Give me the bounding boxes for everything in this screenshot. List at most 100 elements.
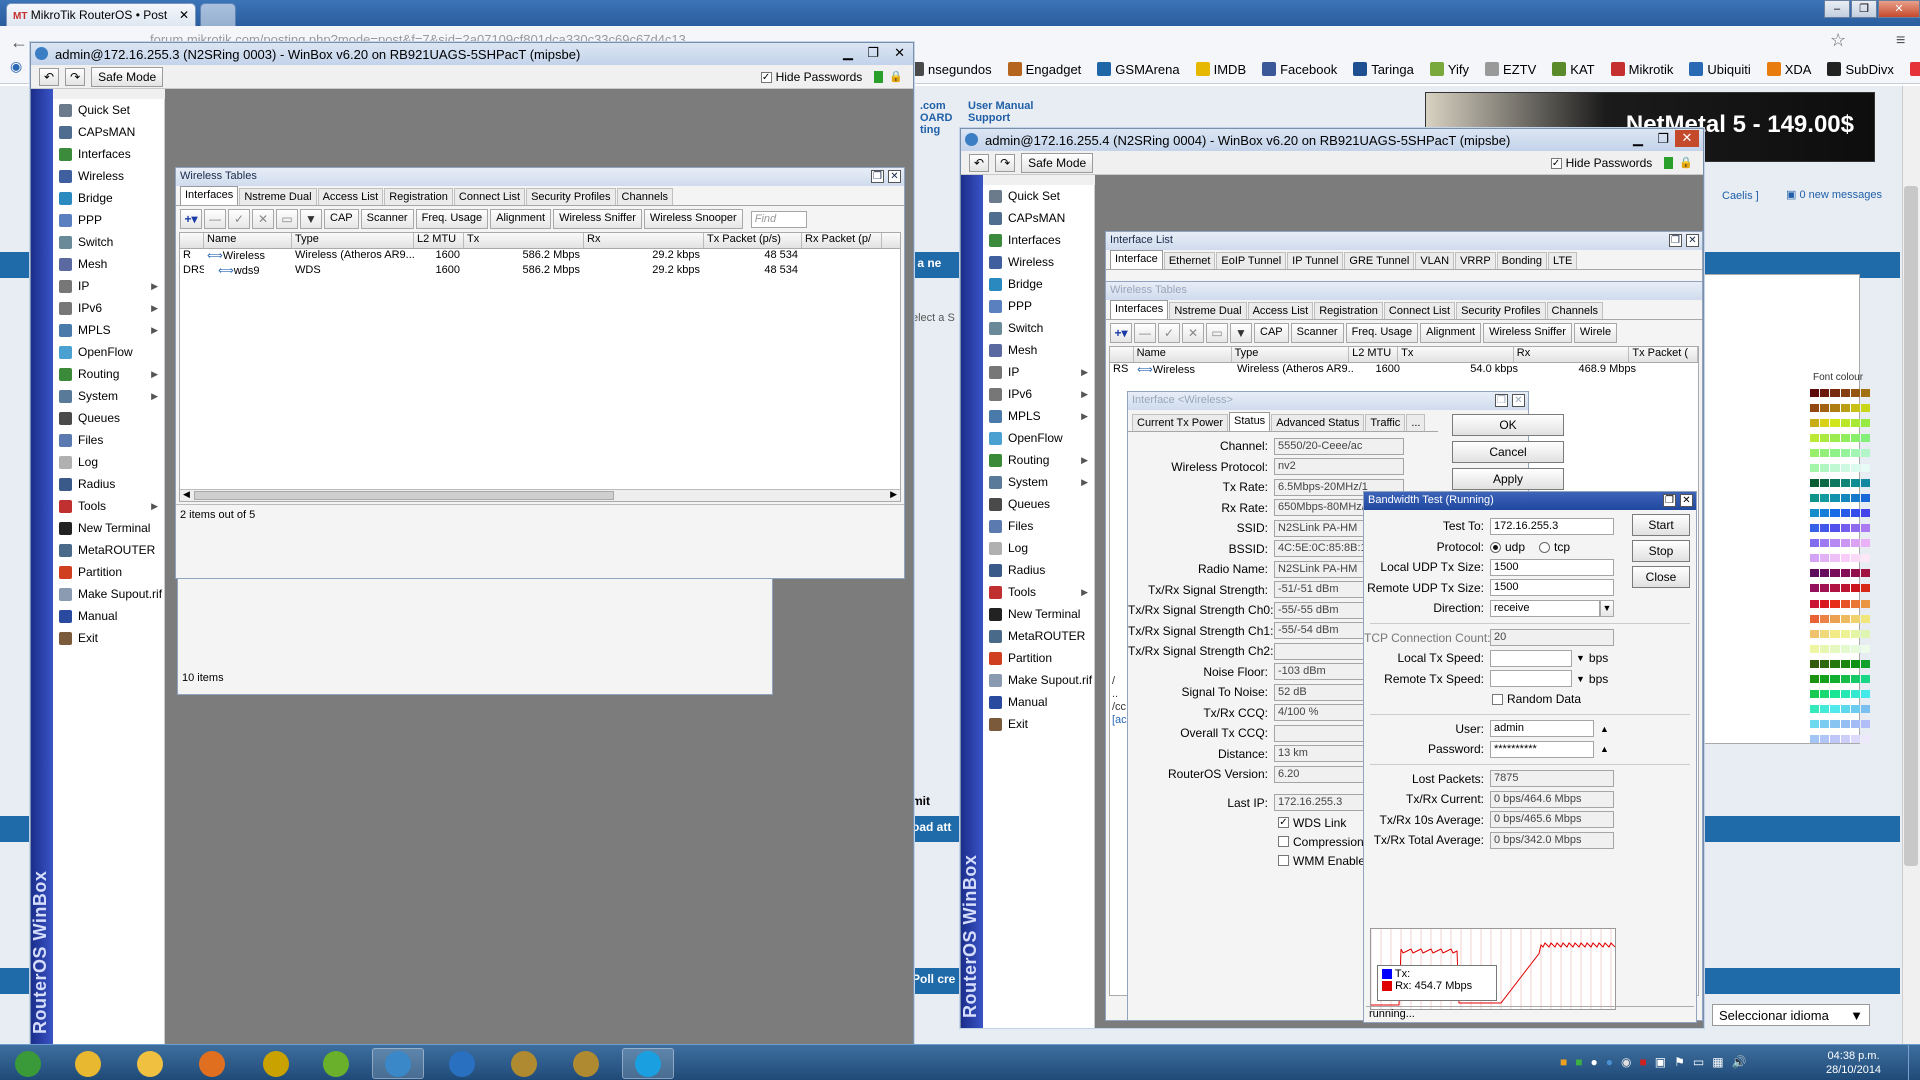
column-header[interactable]: Type: [1232, 347, 1350, 362]
menu-item-exit[interactable]: Exit: [53, 627, 164, 649]
menu-item-queues[interactable]: Queues: [53, 407, 164, 429]
monitor-icon[interactable]: ▭: [1693, 1055, 1704, 1069]
taskbar-browser-2[interactable]: [436, 1048, 488, 1079]
disable-icon[interactable]: ✕: [252, 209, 274, 229]
tray-app-icon[interactable]: ●: [1606, 1055, 1613, 1069]
tab-security-profiles[interactable]: Security Profiles: [1456, 302, 1546, 319]
colour-swatch[interactable]: [1840, 584, 1850, 593]
scroll-thumb[interactable]: [194, 491, 614, 500]
test-to-input[interactable]: 172.16.255.3: [1490, 517, 1614, 535]
colour-swatch[interactable]: [1850, 644, 1860, 653]
bookmark-star-icon[interactable]: ☆: [1830, 30, 1846, 51]
colour-swatch[interactable]: [1840, 404, 1850, 413]
column-header[interactable]: Tx: [1398, 347, 1514, 362]
colour-swatch[interactable]: [1820, 629, 1830, 638]
bookmark-item[interactable]: Ubiquiti: [1689, 58, 1751, 80]
colour-swatch[interactable]: [1860, 509, 1870, 518]
menu-item-switch[interactable]: Switch: [983, 317, 1094, 339]
wirele-button[interactable]: Wirele: [1573, 323, 1618, 343]
cancel-button[interactable]: Cancel: [1452, 441, 1564, 463]
close-icon[interactable]: ✕: [1680, 494, 1693, 507]
colour-swatch[interactable]: [1850, 434, 1860, 443]
colour-swatch[interactable]: [1810, 614, 1820, 623]
stop-button[interactable]: Stop: [1632, 540, 1690, 562]
menu-item-partition[interactable]: Partition: [53, 561, 164, 583]
colour-swatch[interactable]: [1840, 449, 1850, 458]
language-select[interactable]: Seleccionar idioma ▼: [1712, 1004, 1870, 1026]
colour-swatch[interactable]: [1840, 629, 1850, 638]
maximize-icon[interactable]: ❐: [1663, 494, 1676, 507]
tab-vlan[interactable]: VLAN: [1415, 252, 1455, 269]
colour-swatch[interactable]: [1840, 734, 1850, 743]
maximize-icon[interactable]: ❐: [1669, 234, 1682, 247]
user-link[interactable]: Caelis ]: [1722, 190, 1759, 202]
wireless-snooper-button[interactable]: Wireless Snooper: [643, 209, 743, 229]
forum-link[interactable]: ting: [920, 124, 952, 136]
close-icon[interactable]: ✕: [1878, 0, 1920, 18]
tab-status[interactable]: Status: [1229, 412, 1271, 431]
menu-item-ppp[interactable]: PPP: [983, 295, 1094, 317]
menu-item-system[interactable]: System ▶: [53, 385, 164, 407]
menu-item-wireless[interactable]: Wireless: [53, 165, 164, 187]
alignment-button[interactable]: Alignment: [1420, 323, 1482, 343]
maximize-icon[interactable]: ❐: [871, 170, 884, 183]
colour-swatch[interactable]: [1830, 464, 1840, 473]
colour-swatch[interactable]: [1820, 614, 1830, 623]
colour-swatch[interactable]: [1820, 389, 1830, 397]
colour-swatch[interactable]: [1810, 449, 1820, 458]
colour-swatch[interactable]: [1840, 539, 1850, 548]
colour-swatch[interactable]: [1820, 734, 1830, 743]
ok-button[interactable]: OK: [1452, 414, 1564, 436]
menu-item-metarouter[interactable]: MetaROUTER: [983, 625, 1094, 647]
safe-mode-button[interactable]: Safe Mode: [91, 66, 164, 87]
colour-swatch[interactable]: [1840, 704, 1850, 713]
colour-swatch[interactable]: [1810, 659, 1820, 668]
comment-icon[interactable]: ▭: [276, 209, 298, 229]
bookmark-item[interactable]: Mikrotik: [1610, 58, 1673, 80]
colour-swatch[interactable]: [1860, 659, 1870, 668]
colour-swatch[interactable]: [1840, 509, 1850, 518]
colour-swatch[interactable]: [1840, 494, 1850, 503]
colour-swatch[interactable]: [1850, 419, 1860, 428]
chevron-down-icon[interactable]: ▼: [1576, 674, 1585, 684]
colour-swatch[interactable]: [1820, 689, 1830, 698]
local-speed-input[interactable]: [1490, 649, 1572, 667]
taskbar-winbox-app[interactable]: [250, 1048, 302, 1079]
colour-swatch[interactable]: [1850, 539, 1860, 548]
restore-icon[interactable]: ❐: [1851, 0, 1877, 18]
close-button[interactable]: Close: [1632, 566, 1690, 588]
redo-icon[interactable]: ↷: [65, 67, 86, 86]
flag-icon[interactable]: ⚑: [1674, 1055, 1685, 1069]
colour-swatch[interactable]: [1810, 629, 1820, 638]
menu-item-routing[interactable]: Routing ▶: [53, 363, 164, 385]
colour-swatch[interactable]: [1820, 719, 1830, 728]
menu-item-log[interactable]: Log: [53, 451, 164, 473]
colour-swatch[interactable]: [1850, 509, 1860, 518]
bookmark-item[interactable]: Taringa: [1353, 58, 1414, 80]
bookmark-item[interactable]: XDA: [1766, 58, 1811, 80]
tab--[interactable]: ...: [1406, 414, 1426, 431]
colour-swatch[interactable]: [1830, 419, 1840, 428]
colour-swatch[interactable]: [1850, 734, 1860, 743]
menu-item-tools[interactable]: Tools ▶: [983, 581, 1094, 603]
taskbar-media-player[interactable]: [186, 1048, 238, 1079]
colour-swatch[interactable]: [1850, 389, 1860, 397]
tab-nstreme-dual[interactable]: Nstreme Dual: [1169, 302, 1247, 319]
colour-swatch[interactable]: [1810, 554, 1820, 563]
support-link[interactable]: Support: [968, 112, 1033, 124]
colour-swatch[interactable]: [1860, 479, 1870, 488]
column-header[interactable]: Name: [204, 233, 292, 248]
remote-speed-input[interactable]: [1490, 670, 1572, 688]
user-input[interactable]: admin: [1490, 720, 1594, 738]
colour-swatch[interactable]: [1860, 734, 1870, 743]
colour-swatch[interactable]: [1850, 614, 1860, 623]
colour-swatch[interactable]: [1850, 464, 1860, 473]
redo-icon[interactable]: ↷: [995, 153, 1016, 172]
colour-swatch[interactable]: [1830, 449, 1840, 458]
cap-button[interactable]: CAP: [324, 209, 359, 229]
colour-swatch[interactable]: [1810, 674, 1820, 683]
colour-swatch[interactable]: [1840, 599, 1850, 608]
menu-item-openflow[interactable]: OpenFlow: [983, 427, 1094, 449]
menu-item-bridge[interactable]: Bridge: [983, 273, 1094, 295]
menu-item-mesh[interactable]: Mesh: [53, 253, 164, 275]
